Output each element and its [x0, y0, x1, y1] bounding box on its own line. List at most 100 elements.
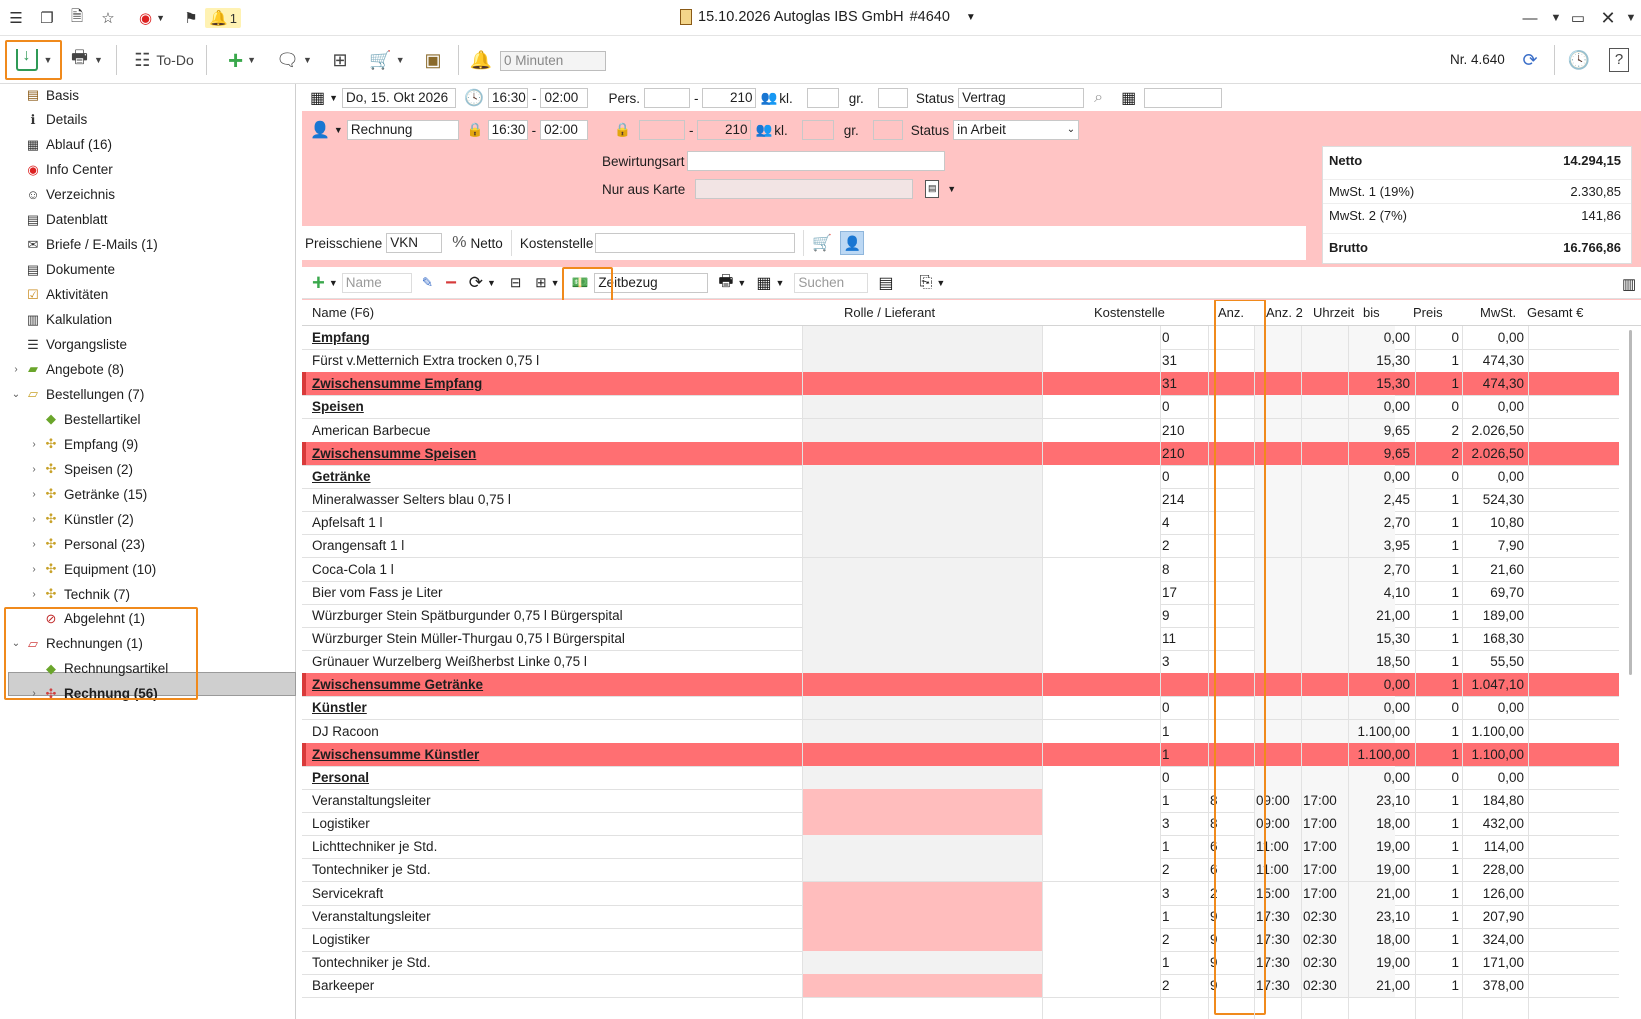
anz-cell[interactable]: 11 — [1162, 627, 1206, 650]
preis-cell[interactable]: 19,00 — [1350, 951, 1410, 974]
uhrzeit-cell[interactable] — [1256, 696, 1298, 719]
name-input[interactable]: Name — [341, 273, 412, 293]
uhrzeit-cell[interactable] — [1256, 442, 1298, 465]
chevron-down-icon[interactable]: ▼ — [334, 125, 343, 135]
schedule-button[interactable]: 🕓 — [1564, 45, 1594, 75]
sidebar-item[interactable]: ⌄ ▱ Rechnungen (1) — [12, 632, 143, 656]
bis-cell[interactable]: 17:00 — [1303, 858, 1345, 881]
preis-cell[interactable]: 2,70 — [1350, 558, 1410, 581]
name-cell[interactable]: Personal — [312, 766, 800, 789]
name-cell[interactable]: Zwischensumme Künstler — [312, 743, 800, 766]
bis-cell[interactable] — [1303, 419, 1345, 442]
mwst-cell[interactable]: 1 — [1417, 974, 1459, 997]
name-cell[interactable]: Würzburger Stein Müller-Thurgau 0,75 l B… — [312, 627, 800, 650]
bis-cell[interactable] — [1303, 581, 1345, 604]
chevron-right-icon[interactable]: › — [28, 589, 40, 600]
mwst-cell[interactable]: 0 — [1417, 696, 1459, 719]
zeitbezug-input[interactable]: Zeitbezug — [594, 273, 709, 293]
chevron-down-icon[interactable]: ▼ — [947, 184, 956, 194]
uhrzeit-cell[interactable] — [1256, 349, 1298, 372]
bis-cell[interactable]: 17:00 — [1303, 835, 1345, 858]
anz-cell[interactable]: 210 — [1162, 442, 1206, 465]
navigator-dropdown[interactable]: ◉ ▼ — [132, 8, 172, 28]
anz2-cell[interactable] — [1210, 558, 1250, 581]
anz2-cell[interactable] — [1210, 743, 1250, 766]
kostenstelle-cell[interactable] — [1042, 835, 1160, 859]
kostenstelle-cell[interactable] — [1042, 534, 1160, 558]
doc-time-to-input[interactable]: 02:00 — [540, 120, 589, 140]
sidebar-item[interactable]: › ✣ Empfang (9) — [32, 432, 138, 456]
column-header[interactable]: Uhrzeit — [1313, 305, 1354, 320]
preis-cell[interactable]: 15,30 — [1350, 372, 1410, 395]
extra-date-input[interactable] — [1144, 88, 1223, 108]
kostenstelle-cell[interactable] — [1042, 650, 1160, 674]
doc-pers-from-input[interactable] — [638, 120, 685, 140]
preis-cell[interactable]: 2,70 — [1350, 511, 1410, 534]
rolle-cell[interactable] — [802, 881, 1042, 905]
anz-cell[interactable]: 0 — [1162, 766, 1206, 789]
preis-cell[interactable]: 18,00 — [1350, 812, 1410, 835]
preis-cell[interactable]: 4,10 — [1350, 581, 1410, 604]
anz-cell[interactable]: 3 — [1162, 650, 1206, 673]
chevron-down-icon[interactable]: ▼ — [487, 278, 496, 288]
table-row[interactable]: Mineralwasser Selters blau 0,75 l 214 2,45… — [302, 488, 1619, 513]
anz-cell[interactable]: 214 — [1162, 488, 1206, 511]
rolle-cell[interactable] — [802, 696, 1042, 720]
mwst-cell[interactable]: 1 — [1417, 581, 1459, 604]
table-row[interactable]: Würzburger Stein Spätburgunder 0,75 l Bü… — [302, 603, 1619, 628]
doc-kl-input[interactable] — [801, 120, 834, 140]
percent-icon[interactable]: % — [452, 234, 466, 252]
doc-time-from-input[interactable]: 16:30 — [487, 120, 528, 140]
reminder-input[interactable]: 0 Minuten — [500, 51, 606, 71]
refresh-icon[interactable]: ⟳ — [469, 273, 483, 293]
gesamt-cell[interactable]: 378,00 — [1464, 974, 1524, 997]
group-row[interactable]: Empfang 0 0,00 0 0,00 — [302, 326, 1619, 350]
uhrzeit-cell[interactable] — [1256, 395, 1298, 418]
preis-cell[interactable]: 23,10 — [1350, 789, 1410, 812]
preis-cell[interactable]: 19,00 — [1350, 858, 1410, 881]
subtotal-row[interactable]: Zwischensumme Getränke 0,00 1 1.047,10 — [302, 673, 1619, 698]
uhrzeit-cell[interactable] — [1256, 720, 1298, 743]
uhrzeit-cell[interactable] — [1256, 743, 1298, 766]
sidebar-item[interactable]: ℹ Details — [24, 108, 88, 132]
gesamt-cell[interactable]: 0,00 — [1464, 465, 1524, 488]
anz2-cell[interactable] — [1210, 627, 1250, 650]
windows-icon[interactable]: ❐ — [36, 8, 58, 28]
rolle-cell[interactable] — [802, 765, 1042, 789]
kostenstelle-cell[interactable] — [1042, 418, 1160, 442]
group-row[interactable]: Personal 0 0,00 0 0,00 — [302, 765, 1619, 790]
mwst-cell[interactable]: 1 — [1417, 372, 1459, 395]
bis-cell[interactable] — [1303, 465, 1345, 488]
preis-cell[interactable]: 9,65 — [1350, 442, 1410, 465]
mwst-cell[interactable]: 1 — [1417, 534, 1459, 557]
sidebar-item[interactable]: ⊘ Abgelehnt (1) — [42, 607, 146, 631]
preis-cell[interactable]: 21,00 — [1350, 974, 1410, 997]
uhrzeit-cell[interactable] — [1256, 604, 1298, 627]
table-row[interactable]: Tontechniker je Std. 2 6 11:00 17:00 19,00 1 22… — [302, 858, 1619, 883]
column-header[interactable]: Anz. — [1218, 305, 1244, 320]
reminder-button[interactable]: 🔔 — [468, 45, 494, 75]
gesamt-cell[interactable]: 1.100,00 — [1464, 720, 1524, 743]
chevron-right-icon[interactable]: › — [10, 364, 22, 375]
kostenstelle-cell[interactable] — [1042, 626, 1160, 650]
anz2-cell[interactable] — [1210, 604, 1250, 627]
calendar-icon[interactable]: ▦ — [310, 88, 325, 108]
preis-cell[interactable]: 2,45 — [1350, 488, 1410, 511]
pers-to-input[interactable]: 210 — [702, 88, 757, 108]
sidebar-item[interactable]: › ▰ Angebote (8) — [14, 357, 124, 381]
gesamt-cell[interactable]: 207,90 — [1464, 905, 1524, 928]
gesamt-cell[interactable]: 228,00 — [1464, 858, 1524, 881]
bis-cell[interactable] — [1303, 720, 1345, 743]
name-cell[interactable]: Würzburger Stein Spätburgunder 0,75 l Bü… — [312, 604, 800, 627]
gesamt-cell[interactable]: 114,00 — [1464, 835, 1524, 858]
rolle-cell[interactable] — [802, 951, 1042, 975]
name-cell[interactable]: Zwischensumme Empfang — [312, 372, 800, 395]
mwst-cell[interactable]: 1 — [1417, 812, 1459, 835]
user-clock-icon[interactable]: 👤 — [310, 120, 330, 140]
kostenstelle-cell[interactable] — [1042, 464, 1160, 488]
gesamt-cell[interactable]: 0,00 — [1464, 395, 1524, 418]
minimize-icon[interactable]: — — [1519, 8, 1541, 28]
mwst-cell[interactable]: 1 — [1417, 627, 1459, 650]
anz-cell[interactable]: 3 — [1162, 812, 1206, 835]
name-cell[interactable]: Tontechniker je Std. — [312, 858, 800, 881]
